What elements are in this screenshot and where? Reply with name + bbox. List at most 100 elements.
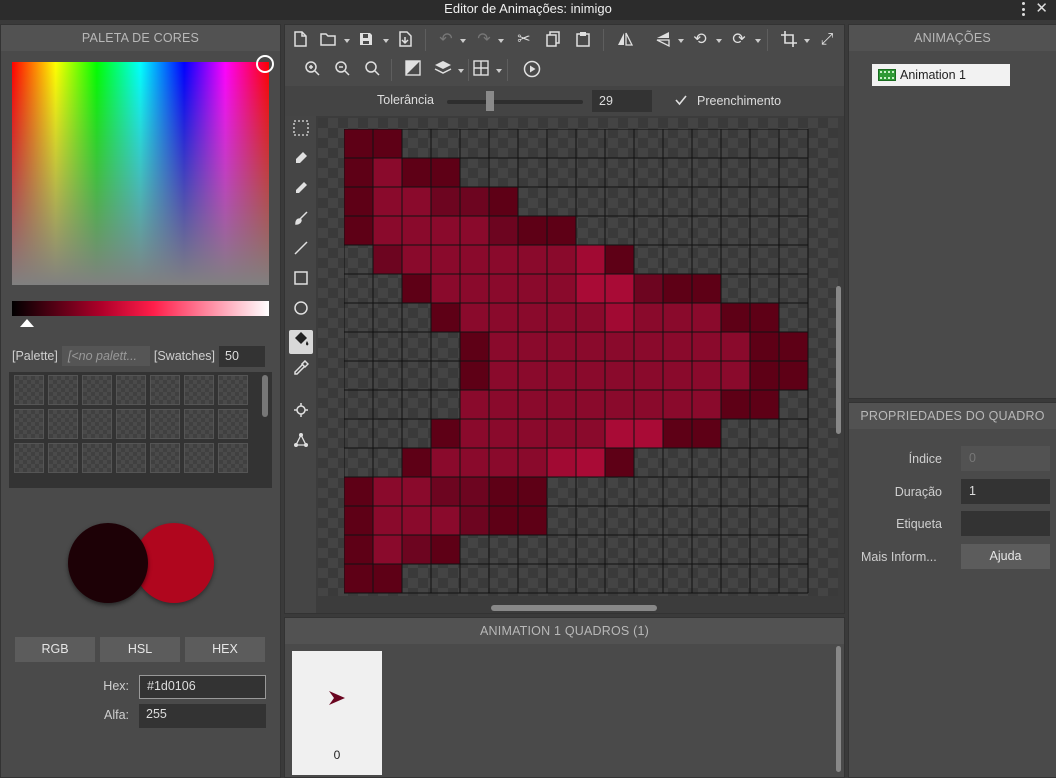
pixel-cell[interactable]: [402, 129, 431, 158]
zoom-out-icon[interactable]: [332, 60, 352, 80]
pixel-cell[interactable]: [721, 245, 750, 274]
pixel-cell[interactable]: [576, 564, 605, 593]
pixel-cell[interactable]: [663, 216, 692, 245]
pixel-cell[interactable]: [634, 245, 663, 274]
pixel-cell[interactable]: [460, 187, 489, 216]
pixel-cell[interactable]: [460, 535, 489, 564]
pixel-cell[interactable]: [692, 245, 721, 274]
pixel-cell[interactable]: [692, 158, 721, 187]
pixel-cell[interactable]: [605, 448, 634, 477]
expand-icon[interactable]: ⤢: [817, 30, 837, 50]
pixel-cell[interactable]: [634, 361, 663, 390]
pixel-cell[interactable]: [402, 477, 431, 506]
pixel-cell[interactable]: [721, 564, 750, 593]
pixel-cell[interactable]: [634, 419, 663, 448]
pixel-cell[interactable]: [634, 129, 663, 158]
pixel-cell[interactable]: [750, 564, 779, 593]
paste-icon[interactable]: [573, 30, 593, 50]
tag-input[interactable]: [961, 511, 1050, 536]
pixel-cell[interactable]: [518, 332, 547, 361]
pixel-cell[interactable]: [750, 448, 779, 477]
pixel-cell[interactable]: [605, 535, 634, 564]
pixel-cell[interactable]: [460, 332, 489, 361]
eraser-tool-icon[interactable]: [289, 150, 313, 174]
palette-swatch[interactable]: [150, 409, 180, 439]
pixel-cell[interactable]: [460, 303, 489, 332]
pixel-cell[interactable]: [576, 361, 605, 390]
pixel-cell[interactable]: [547, 187, 576, 216]
pixel-cell[interactable]: [692, 303, 721, 332]
pixel-cell[interactable]: [460, 390, 489, 419]
pixel-cell[interactable]: [634, 216, 663, 245]
pixel-cell[interactable]: [605, 477, 634, 506]
pixel-cell[interactable]: [460, 158, 489, 187]
pixel-cell[interactable]: [518, 187, 547, 216]
pixel-cell[interactable]: [518, 245, 547, 274]
pixel-cell[interactable]: [373, 361, 402, 390]
pixel-cell[interactable]: [779, 390, 808, 419]
pixel-cell[interactable]: [750, 390, 779, 419]
lightness-handle[interactable]: [20, 319, 34, 327]
pixel-cell[interactable]: [431, 419, 460, 448]
hex-input[interactable]: #1d0106: [139, 675, 266, 699]
flip-vertical-icon[interactable]: [653, 30, 673, 50]
pixel-cell[interactable]: [373, 506, 402, 535]
pixel-cell[interactable]: [663, 506, 692, 535]
pixel-cell[interactable]: [373, 274, 402, 303]
pixel-cell[interactable]: [373, 535, 402, 564]
pixel-cell[interactable]: [344, 419, 373, 448]
pixel-cell[interactable]: [402, 332, 431, 361]
pixel-cell[interactable]: [402, 158, 431, 187]
close-icon[interactable]: ✕: [1035, 0, 1048, 18]
pixel-cell[interactable]: [750, 332, 779, 361]
palette-swatch[interactable]: [48, 409, 78, 439]
pixel-cell[interactable]: [489, 158, 518, 187]
pixel-cell[interactable]: [576, 506, 605, 535]
pixel-cell[interactable]: [692, 129, 721, 158]
select-tool-icon[interactable]: [289, 120, 313, 144]
pixel-cell[interactable]: [779, 303, 808, 332]
pixel-cell[interactable]: [431, 506, 460, 535]
pixel-cell[interactable]: [344, 361, 373, 390]
pixel-cell[interactable]: [402, 274, 431, 303]
pixel-cell[interactable]: [605, 129, 634, 158]
pixel-cell[interactable]: [460, 448, 489, 477]
canvas-vertical-scrollbar[interactable]: [836, 286, 841, 434]
pixel-cell[interactable]: [663, 332, 692, 361]
pixel-cell[interactable]: [489, 274, 518, 303]
pixel-cell[interactable]: [402, 187, 431, 216]
tolerance-slider[interactable]: [447, 100, 583, 104]
pixel-cell[interactable]: [692, 274, 721, 303]
pixel-cell[interactable]: [692, 361, 721, 390]
pixel-cell[interactable]: [402, 390, 431, 419]
pixel-cell[interactable]: [344, 390, 373, 419]
pixel-cell[interactable]: [721, 303, 750, 332]
pixel-cell[interactable]: [547, 274, 576, 303]
pixel-cell[interactable]: [692, 535, 721, 564]
pixel-cell[interactable]: [779, 245, 808, 274]
pixel-cell[interactable]: [344, 535, 373, 564]
pixel-cell[interactable]: [605, 187, 634, 216]
pixel-cell[interactable]: [663, 274, 692, 303]
undo-icon[interactable]: ↶: [436, 30, 456, 50]
pixel-cell[interactable]: [344, 477, 373, 506]
pixel-cell[interactable]: [634, 158, 663, 187]
pixel-cell[interactable]: [721, 506, 750, 535]
palette-swatch[interactable]: [82, 375, 112, 405]
pixel-cell[interactable]: [518, 216, 547, 245]
pixel-cell[interactable]: [344, 216, 373, 245]
pixel-cell[interactable]: [373, 448, 402, 477]
pixel-cell[interactable]: [431, 535, 460, 564]
pixel-cell[interactable]: [373, 303, 402, 332]
pixel-cell[interactable]: [721, 274, 750, 303]
duration-input[interactable]: 1: [961, 479, 1050, 504]
pixel-cell[interactable]: [518, 129, 547, 158]
frames-scrollbar[interactable]: [836, 646, 841, 772]
pixel-cell[interactable]: [373, 477, 402, 506]
palette-swatch[interactable]: [48, 443, 78, 473]
pixel-cell[interactable]: [518, 303, 547, 332]
pixel-cell[interactable]: [431, 274, 460, 303]
pixel-cell[interactable]: [779, 187, 808, 216]
pixel-cell[interactable]: [344, 158, 373, 187]
pixel-cell[interactable]: [547, 158, 576, 187]
